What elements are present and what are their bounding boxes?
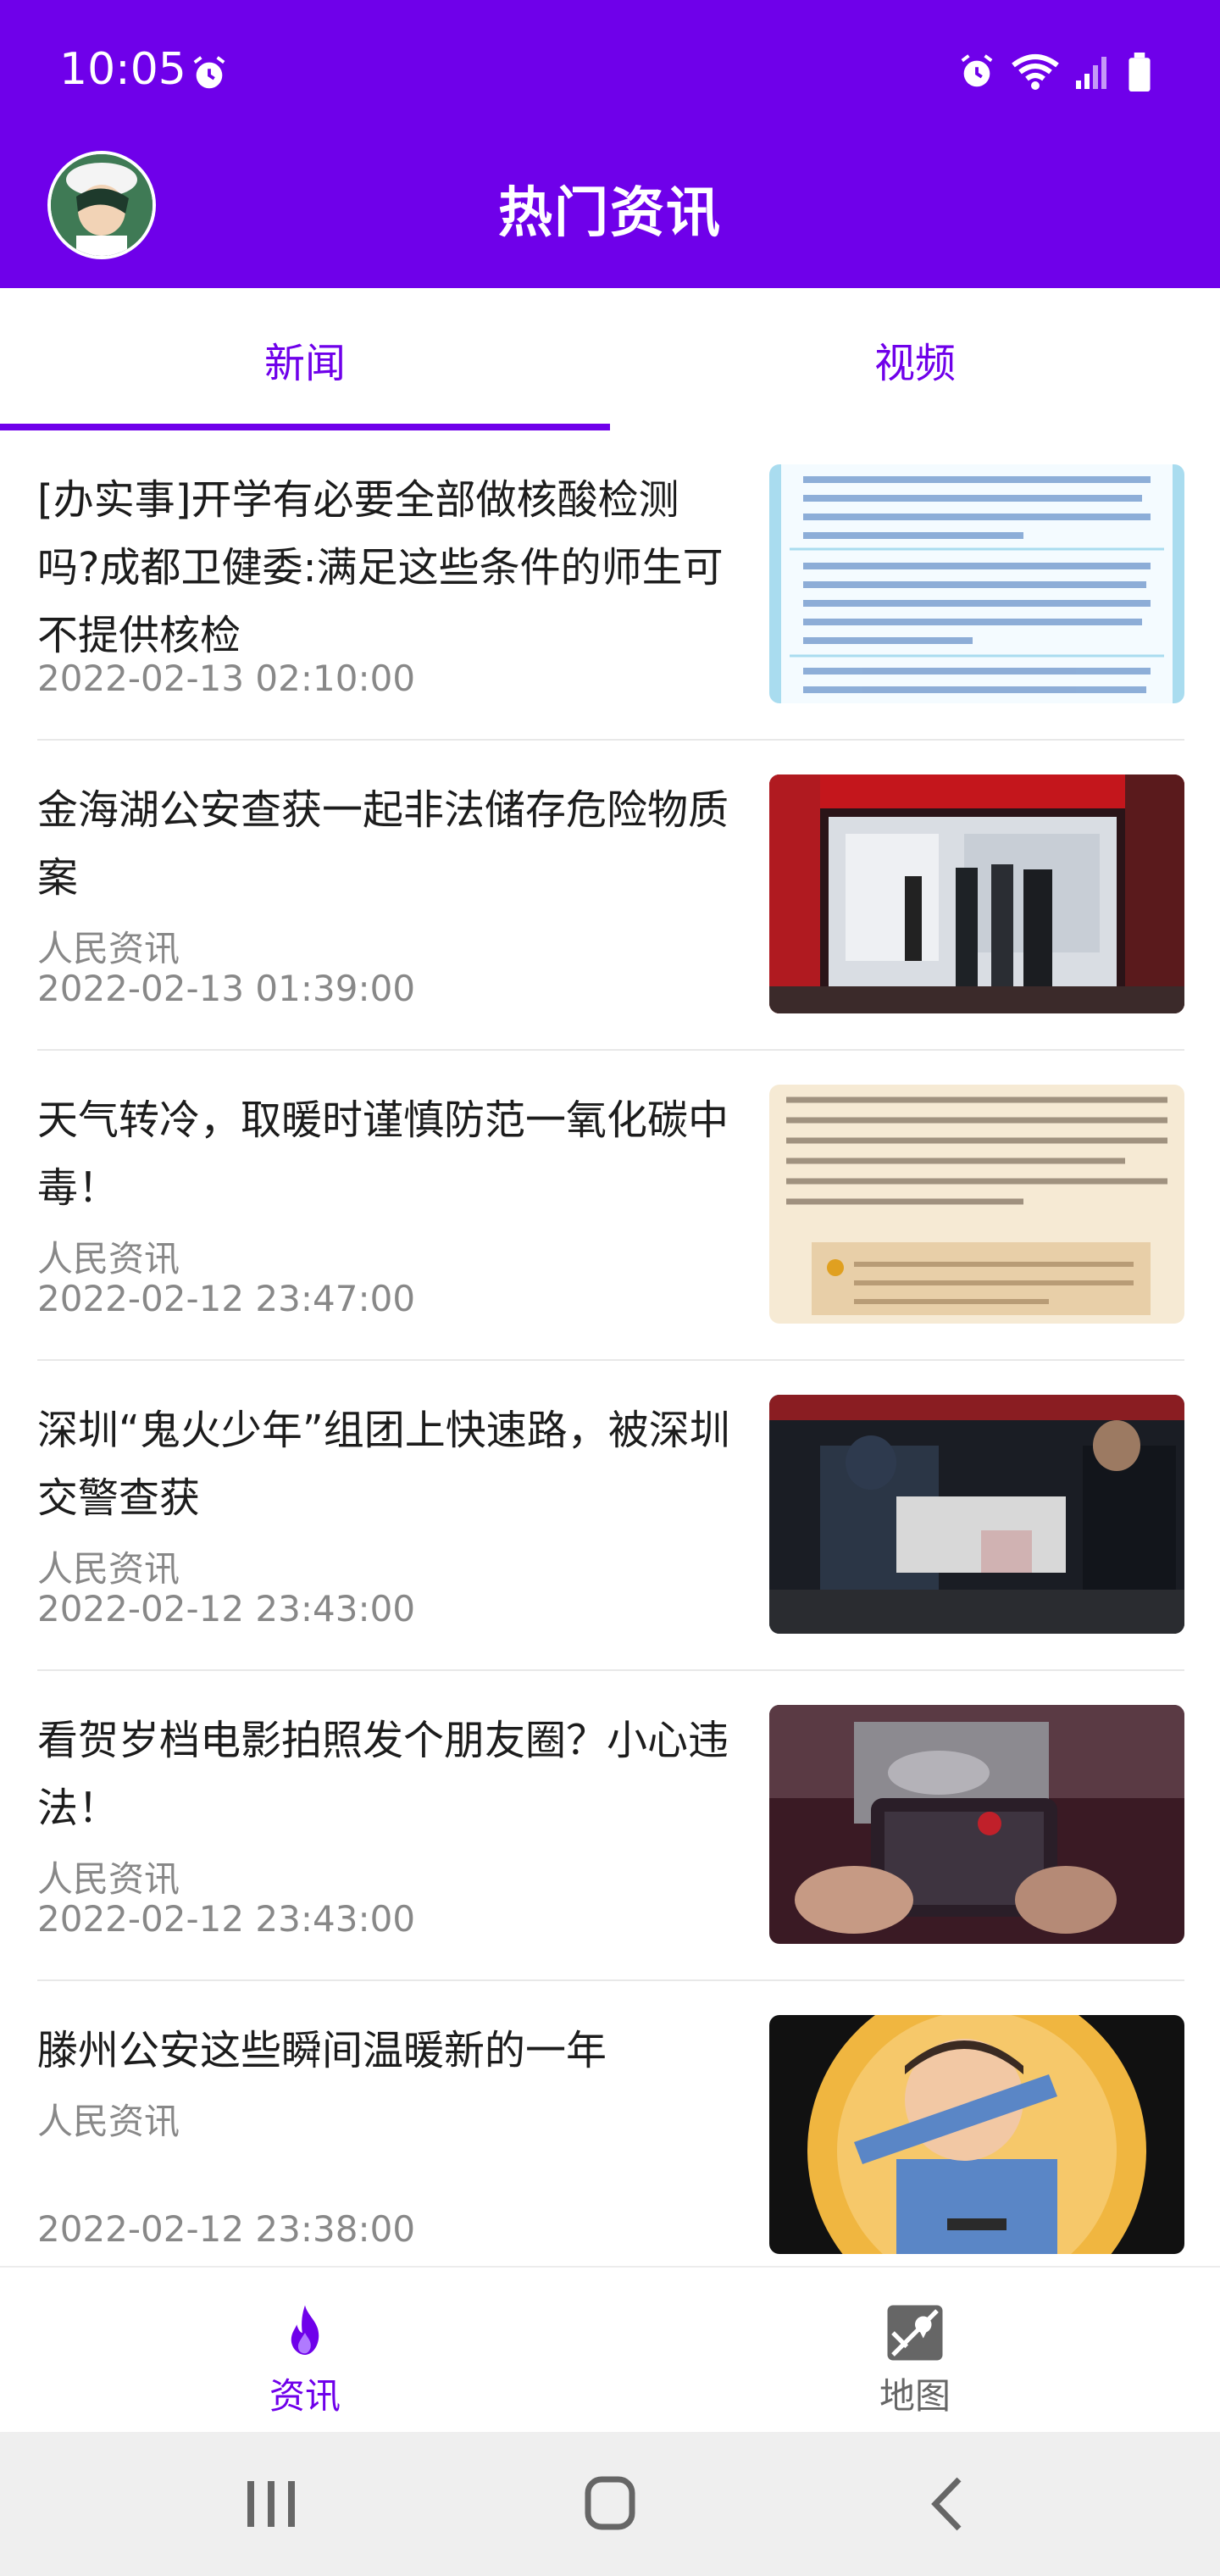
tab-news-label: 新闻 <box>263 340 346 387</box>
tab-news[interactable]: 新闻 <box>0 288 610 430</box>
news-text: [办实事]开学有必要全部做核酸检测吗?成都卫健委:满足这些条件的师生可不提供核检… <box>37 430 740 741</box>
battery-icon <box>1128 53 1151 92</box>
map-icon <box>887 2305 943 2361</box>
news-text: 深圳“鬼火少年”组团上快速路，被深圳交警查获 人民资讯 2022-02-12 2… <box>37 1361 740 1671</box>
news-date: 2022-02-12 23:38:00 <box>37 2208 416 2250</box>
news-thumbnail <box>769 1705 1184 1944</box>
news-item[interactable]: 深圳“鬼火少年”组团上快速路，被深圳交警查获 人民资讯 2022-02-12 2… <box>37 1361 1184 1671</box>
tab-video-label: 视频 <box>873 340 956 387</box>
news-date: 2022-02-12 23:43:00 <box>37 1898 416 1940</box>
news-thumbnail <box>769 774 1184 1013</box>
news-title: 看贺岁档电影拍照发个朋友圈？小心违法！ <box>37 1717 729 1832</box>
news-thumbnail <box>769 1395 1184 1634</box>
news-date: 2022-02-13 02:10:00 <box>37 658 416 699</box>
news-text: 天气转冷，取暖时谨慎防范一氧化碳中毒！ 人民资讯 2022-02-12 23:4… <box>37 1051 740 1361</box>
news-item[interactable]: 天气转冷，取暖时谨慎防范一氧化碳中毒！ 人民资讯 2022-02-12 23:4… <box>37 1051 1184 1361</box>
nav-item-news[interactable]: 资讯 <box>0 2268 610 2432</box>
news-thumbnail <box>769 464 1184 703</box>
alarm-icon <box>961 54 993 87</box>
news-source: 人民资讯 <box>37 2101 180 2142</box>
news-source: 人民资讯 <box>37 1858 180 1900</box>
news-date: 2022-02-12 23:43:00 <box>37 1588 416 1629</box>
bottom-nav: 资讯 地图 <box>0 2266 1220 2432</box>
tab-video[interactable]: 视频 <box>610 288 1220 430</box>
news-list[interactable]: [办实事]开学有必要全部做核酸检测吗?成都卫健委:满足这些条件的师生可不提供核检… <box>0 430 1220 2266</box>
news-text: 看贺岁档电影拍照发个朋友圈？小心违法！ 人民资讯 2022-02-12 23:4… <box>37 1671 740 1981</box>
news-thumbnail <box>769 2015 1184 2254</box>
news-title: 深圳“鬼火少年”组团上快速路，被深圳交警查获 <box>37 1407 730 1522</box>
news-text: 滕州公安这些瞬间温暖新的一年 人民资讯 2022-02-12 23:38:00 <box>37 1981 740 2266</box>
tab-bar: 新闻 视频 <box>0 288 1220 430</box>
news-title: 天气转冷，取暖时谨慎防范一氧化碳中毒！ <box>37 1096 729 1212</box>
status-time: 10:05 <box>59 44 186 95</box>
system-nav-bar <box>0 2432 1220 2576</box>
news-title: 滕州公安这些瞬间温暖新的一年 <box>37 2027 607 2074</box>
flame-icon <box>291 2305 319 2355</box>
tab-indicator <box>0 424 610 430</box>
news-thumbnail <box>769 1085 1184 1324</box>
news-date: 2022-02-13 01:39:00 <box>37 968 416 1009</box>
nav-label-news: 资讯 <box>269 2375 341 2417</box>
page-title: 热门资讯 <box>498 182 722 245</box>
alarm-icon <box>193 56 225 89</box>
news-item[interactable]: 看贺岁档电影拍照发个朋友圈？小心违法！ 人民资讯 2022-02-12 23:4… <box>37 1671 1184 1981</box>
news-title: 金海湖公安查获一起非法储存危险物质案 <box>37 786 729 902</box>
news-source: 人民资讯 <box>37 928 180 969</box>
app-header: 10:05 热门资讯 <box>0 0 1220 288</box>
nav-item-map[interactable]: 地图 <box>610 2268 1220 2432</box>
nav-label-map: 地图 <box>879 2375 951 2417</box>
news-item[interactable]: 金海湖公安查获一起非法储存危险物质案 人民资讯 2022-02-13 01:39… <box>37 741 1184 1051</box>
news-source: 人民资讯 <box>37 1238 180 1280</box>
home-icon[interactable] <box>576 2474 644 2534</box>
news-source: 人民资讯 <box>37 1548 180 1590</box>
status-icons <box>957 53 1152 92</box>
recent-apps-icon[interactable] <box>237 2474 305 2534</box>
news-text: 金海湖公安查获一起非法储存危险物质案 人民资讯 2022-02-13 01:39… <box>37 741 740 1051</box>
signal-icon <box>1076 57 1106 89</box>
back-icon[interactable] <box>915 2474 983 2534</box>
wifi-icon <box>1012 54 1059 90</box>
news-item[interactable]: [办实事]开学有必要全部做核酸检测吗?成都卫健委:满足这些条件的师生可不提供核检… <box>37 430 1184 741</box>
news-title: [办实事]开学有必要全部做核酸检测吗?成都卫健委:满足这些条件的师生可不提供核检 <box>37 476 724 659</box>
news-item[interactable]: 滕州公安这些瞬间温暖新的一年 人民资讯 2022-02-12 23:38:00 <box>37 1981 1184 2266</box>
news-date: 2022-02-12 23:47:00 <box>37 1278 416 1319</box>
